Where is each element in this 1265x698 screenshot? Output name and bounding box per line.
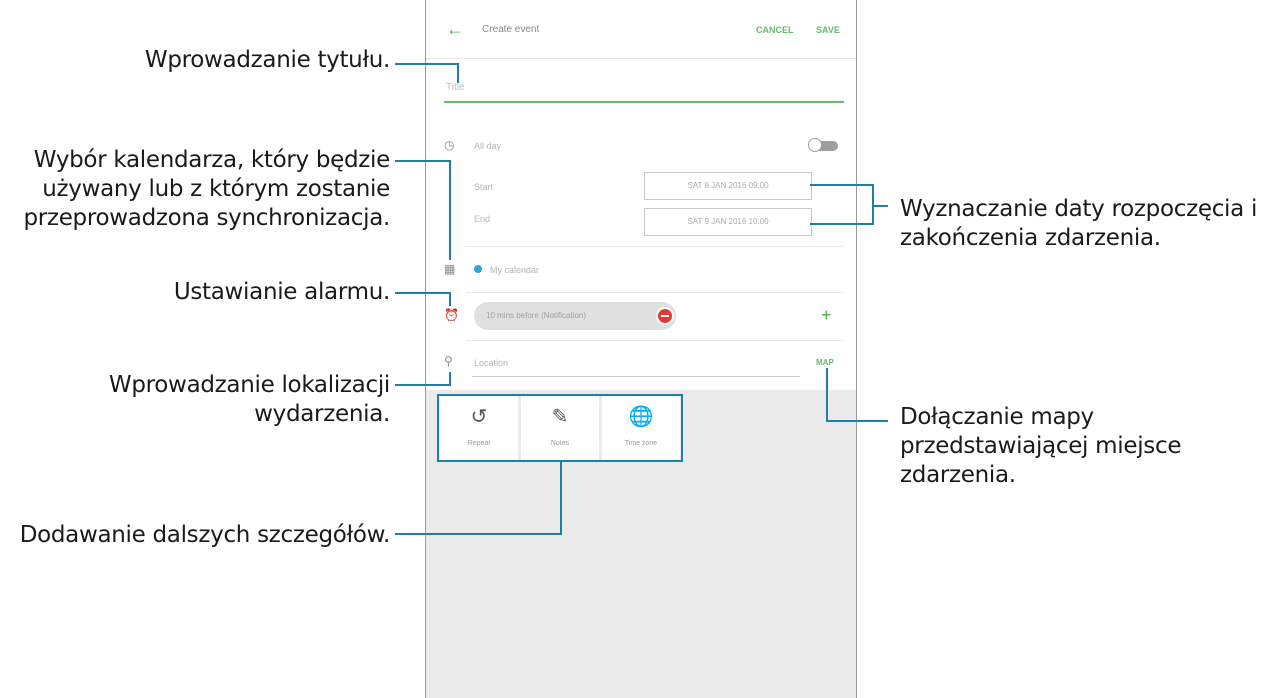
leader-line-map bbox=[826, 420, 888, 422]
callout-map: Dołączanie mapy przedstawiającej miejsce… bbox=[900, 404, 1182, 488]
location-pin-icon: ⚲ bbox=[444, 354, 453, 368]
callout-alarm: Ustawianie alarmu. bbox=[173, 279, 390, 305]
toggle-knob bbox=[808, 138, 822, 152]
alarm-chip[interactable]: 10 mins before (Notification) bbox=[474, 302, 676, 330]
leader-line-details-rise bbox=[560, 462, 562, 535]
all-day-label: All day bbox=[474, 141, 502, 151]
leader-line-end-date bbox=[810, 223, 874, 225]
end-date-field[interactable]: SAT 9 JAN 2016 10:00 bbox=[644, 208, 812, 236]
leader-line-location bbox=[395, 384, 451, 386]
page-title: Create event bbox=[482, 24, 540, 35]
callout-details: Dodawanie dalszych szczegółów. bbox=[19, 522, 391, 548]
calendar-color-dot bbox=[474, 265, 482, 273]
start-label: Start bbox=[474, 182, 494, 192]
leader-line-calendar-drop bbox=[449, 160, 451, 260]
save-button[interactable]: SAVE bbox=[816, 25, 840, 35]
leader-line-alarm-drop bbox=[449, 292, 451, 306]
all-day-toggle[interactable] bbox=[808, 138, 838, 152]
location-underline bbox=[472, 376, 800, 377]
location-input[interactable]: Location bbox=[474, 358, 508, 368]
leader-line-details bbox=[395, 533, 562, 535]
divider bbox=[466, 246, 844, 247]
title-input[interactable]: Title bbox=[446, 82, 465, 93]
callout-location: Wprowadzanie lokalizacji wydarzenia. bbox=[108, 372, 390, 427]
leader-line-title-drop bbox=[457, 63, 459, 83]
callout-calendar: Wybór kalendarza, który będzie używany l… bbox=[23, 147, 390, 231]
leader-line-dates bbox=[872, 205, 888, 207]
calendar-selector[interactable]: My calendar bbox=[490, 265, 539, 275]
divider bbox=[466, 292, 844, 293]
leader-line-map-drop bbox=[826, 368, 828, 422]
leader-line-title bbox=[395, 63, 459, 65]
map-button[interactable]: MAP bbox=[816, 358, 834, 367]
calendar-icon: ▦ bbox=[444, 262, 456, 276]
create-event-form: ← Create event CANCEL SAVE Title ◷ All d… bbox=[426, 0, 856, 390]
callout-title: Wprowadzanie tytułu. bbox=[144, 47, 390, 73]
app-bar: ← Create event CANCEL SAVE bbox=[426, 0, 856, 59]
end-label: End bbox=[474, 214, 491, 224]
remove-alarm-button[interactable] bbox=[656, 307, 674, 325]
divider bbox=[466, 340, 844, 341]
back-arrow-icon[interactable]: ← bbox=[446, 20, 464, 38]
leader-line-calendar bbox=[395, 160, 451, 162]
alarm-chip-label: 10 mins before (Notification) bbox=[486, 311, 587, 320]
start-date-field[interactable]: SAT 9 JAN 2016 09:00 bbox=[644, 172, 812, 200]
callout-dates: Wyznaczanie daty rozpoczęcia i zakończen… bbox=[900, 196, 1258, 251]
leader-line-start-date bbox=[810, 184, 874, 186]
leader-line-location-rise bbox=[449, 372, 451, 386]
alarm-clock-icon: ⏰ bbox=[444, 308, 459, 322]
add-alarm-button[interactable]: + bbox=[821, 306, 832, 324]
leader-line-alarm bbox=[395, 292, 451, 294]
cancel-button[interactable]: CANCEL bbox=[756, 25, 794, 35]
clock-icon: ◷ bbox=[444, 138, 455, 152]
details-highlight-box bbox=[437, 394, 683, 462]
title-underline bbox=[444, 101, 844, 103]
phone-screen: ← Create event CANCEL SAVE Title ◷ All d… bbox=[425, 0, 857, 698]
